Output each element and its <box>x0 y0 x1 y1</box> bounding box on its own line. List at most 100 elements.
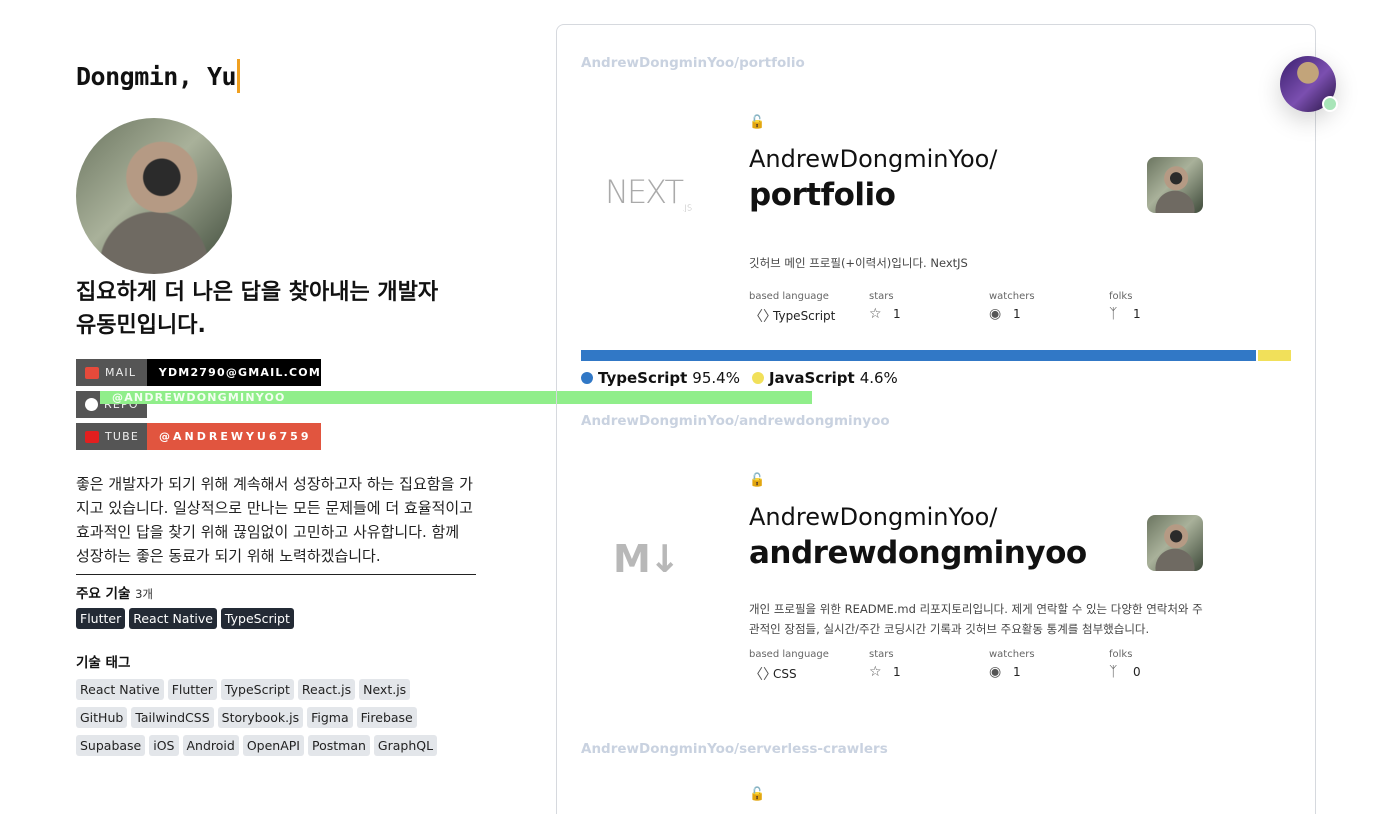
repo-card-serverless-crawlers[interactable]: AndrewDongminYoo/serverless-crawlers 🔓 <box>581 741 1293 802</box>
eye-icon: ◉ <box>989 306 1002 322</box>
tech-tag: Next.js <box>359 679 411 700</box>
legend-dot <box>751 372 764 384</box>
stat-watchers-value: 1 <box>1013 307 1021 321</box>
main-skills-title-text: 주요 기술 <box>76 586 131 602</box>
main-skills-count: 3개 <box>135 587 153 601</box>
tech-tag: Supabase <box>76 735 146 756</box>
repo-card-andrewdongminyoo[interactable]: AndrewDongminYoo/andrewdongminyoo M↓ 🔓 A… <box>581 413 1293 683</box>
unlock-icon: 🔓 <box>749 473 766 488</box>
nextjs-logo: NEXT.JS <box>605 173 705 223</box>
legend-dot <box>581 372 593 384</box>
repo-owner: AndrewDongminYoo/ <box>749 145 998 173</box>
legend-javascript: JavaScript 4.6% <box>751 369 898 387</box>
profile-name: Dongmin, Yu <box>76 61 237 91</box>
stat-language-value-wrap: 〈〉 CSS <box>749 664 869 684</box>
stat-language-value: TypeScript <box>773 309 836 323</box>
stat-stars-label: stars <box>869 649 894 660</box>
stat-stars: stars ☆ 1 <box>869 649 989 684</box>
stat-watchers: watchers ◉ 1 <box>989 291 1109 326</box>
stat-folks-value-wrap: ᛉ0 <box>1109 664 1229 680</box>
fork-icon: ᛉ <box>1109 306 1118 322</box>
tech-tag: Firebase <box>356 707 417 728</box>
language-bar <box>581 350 1291 361</box>
mail-badge-label-wrap: MAIL <box>76 359 147 386</box>
repo-name[interactable]: portfolio <box>749 177 896 213</box>
skill-chip: Flutter <box>76 608 126 629</box>
tech-tag: Storybook.js <box>217 707 304 728</box>
tech-tag: GraphQL <box>373 735 438 756</box>
tech-tag: Android <box>182 735 239 756</box>
tech-tag: Figma <box>307 707 353 728</box>
tech-tag: GitHub <box>76 707 128 728</box>
repo-badge[interactable]: REPO @ANDREWDONGMINYOO <box>76 391 812 418</box>
stat-watchers-value-wrap: ◉ 1 <box>989 306 1109 322</box>
eye-icon: ◉ <box>989 664 1002 680</box>
tube-badge-label: TUBE <box>105 430 140 443</box>
tech-tag: TypeScript <box>220 679 294 700</box>
repo-panel[interactable]: AndrewDongminYoo/portfolio NEXT.JS 🔓 And… <box>556 24 1316 814</box>
stat-folks-label: folks <box>1109 291 1133 302</box>
stat-folks-value-wrap: ᛉ1 <box>1109 306 1229 322</box>
repo-card-body: NEXT.JS 🔓 AndrewDongminYoo/ portfolio 깃허… <box>581 71 1293 325</box>
mail-badge-label: MAIL <box>105 366 137 379</box>
repo-path-link[interactable]: AndrewDongminYoo/andrewdongminyoo <box>581 413 1293 429</box>
name-heading: Dongmin, Yu <box>76 56 476 96</box>
stat-language: based language 〈〉 CSS <box>749 649 869 684</box>
repo-path-link[interactable]: AndrewDongminYoo/serverless-crawlers <box>581 741 1293 757</box>
repo-owner: AndrewDongminYoo/ <box>749 503 998 531</box>
stat-watchers-label: watchers <box>989 291 1035 302</box>
mail-badge[interactable]: MAIL YDM2790@GMAIL.COM <box>76 359 321 386</box>
tube-badge-value: @ANDREWYU6759 <box>147 423 321 450</box>
repo-description: 개인 프로필을 위한 README.md 리포지토리입니다. 제게 연락할 수 … <box>749 602 1203 636</box>
stat-stars-value: 1 <box>893 307 901 321</box>
tech-tags-title: 기술 태그 <box>76 655 131 671</box>
profile-avatar <box>76 118 232 274</box>
language-bar-typescript <box>581 350 1257 361</box>
tube-badge[interactable]: TUBE @ANDREWYU6759 <box>76 423 321 450</box>
headline-line-1: 집요하게 더 나은 답을 찾아내는 개발자 <box>76 280 439 305</box>
tech-tag: OpenAPI <box>242 735 304 756</box>
repo-path-link[interactable]: AndrewDongminYoo/portfolio <box>581 55 1293 71</box>
stat-folks-label: folks <box>1109 649 1133 660</box>
tech-tag: Postman <box>308 735 370 756</box>
nextjs-logo-text: NEXT <box>605 173 684 211</box>
tech-tag: Flutter <box>167 679 217 700</box>
tech-tag: iOS <box>149 735 179 756</box>
stat-language-label: based language <box>749 291 829 302</box>
nextjs-logo-sub: .JS <box>682 203 693 213</box>
stat-stars-value-wrap: ☆ 1 <box>869 306 989 322</box>
repo-name[interactable]: andrewdongminyoo <box>749 535 1087 571</box>
gmail-icon <box>85 366 99 379</box>
headline-line-2: 유동민입니다. <box>76 313 206 338</box>
legend-typescript: TypeScript 95.4% <box>581 369 740 387</box>
stat-folks: folks ᛉ1 <box>1109 291 1229 326</box>
legend-lang-name: TypeScript <box>598 369 688 387</box>
github-icon <box>85 398 98 411</box>
stat-language-value-wrap: 〈〉 TypeScript <box>749 306 869 326</box>
unlock-icon: 🔓 <box>749 115 766 130</box>
mail-badge-value: YDM2790@GMAIL.COM <box>146 359 321 386</box>
owner-thumbnail <box>1147 515 1203 571</box>
stat-language-value: CSS <box>773 667 797 681</box>
contact-badges: MAIL YDM2790@GMAIL.COM REPO @ANDREWDONGM… <box>76 359 812 450</box>
markdown-logo: M↓ <box>613 537 681 581</box>
tech-tag: TailwindCSS <box>131 707 214 728</box>
repo-card-portfolio[interactable]: AndrewDongminYoo/portfolio NEXT.JS 🔓 And… <box>581 55 1293 325</box>
stat-watchers-value: 1 <box>1013 665 1021 679</box>
stat-watchers: watchers ◉ 1 <box>989 649 1109 684</box>
tech-tag: React.js <box>297 679 356 700</box>
online-status-indicator <box>1322 96 1338 112</box>
tech-tags: React Native Flutter TypeScript React.js… <box>76 679 446 756</box>
skill-chip: React Native <box>129 608 217 629</box>
legend-lang-percent: 95.4% <box>692 369 740 387</box>
profile-intro: 좋은 개발자가 되기 위해 계속해서 성장하고자 하는 집요함을 가지고 있습니… <box>76 472 476 575</box>
owner-thumbnail <box>1147 157 1203 213</box>
skill-chip: TypeScript <box>220 608 294 629</box>
repo-stats: based language 〈〉 CSS stars ☆ 1 watchers ◉… <box>749 649 1229 684</box>
main-skills: Flutter React Native TypeScript <box>76 608 476 629</box>
language-legend: TypeScript 95.4% JavaScript 4.6% <box>581 369 898 387</box>
profile-column: Dongmin, Yu 집요하게 더 나은 답을 찾아내는 개발자 유동민입니다… <box>76 56 812 756</box>
stat-folks: folks ᛉ0 <box>1109 649 1229 684</box>
repo-description: 깃허브 메인 프로필(+이력서)입니다. NextJS <box>749 256 968 270</box>
stat-stars-value: 1 <box>893 665 901 679</box>
